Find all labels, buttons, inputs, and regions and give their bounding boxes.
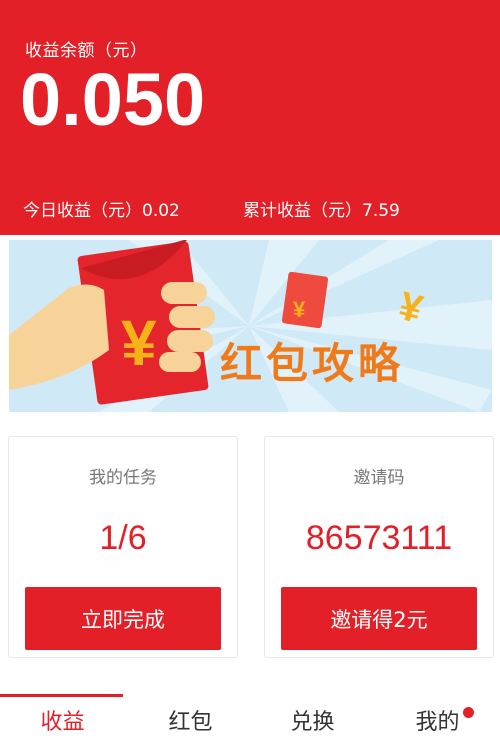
invite-code-title: 邀请码 [353, 468, 405, 488]
svg-text:¥: ¥ [121, 307, 157, 379]
tasks-title: 我的任务 [89, 468, 157, 488]
my-tasks-card: 我的任务 1/6 立即完成 [8, 436, 238, 658]
invite-reward-button[interactable]: 邀请得2元 [281, 587, 477, 650]
complete-now-button[interactable]: 立即完成 [25, 587, 221, 650]
tab-mine[interactable]: 我的 [375, 704, 500, 736]
small-red-envelope-icon: ¥ [281, 271, 329, 329]
today-earnings: 今日收益（元）0.02 [23, 201, 180, 221]
tab-earnings[interactable]: 收益 [0, 704, 125, 736]
bottom-tab-bar: 收益 红包 兑换 我的 [0, 694, 500, 750]
invite-code-value: 86573111 [305, 519, 453, 557]
earnings-page: 收益余额（元） 0.050 今日收益（元）0.02 累计收益（元）7.59 ¥ [0, 0, 500, 750]
total-earnings: 累计收益（元）7.59 [243, 201, 400, 221]
svg-text:¥: ¥ [293, 297, 306, 322]
invite-code-card: 邀请码 86573111 邀请得2元 [264, 436, 494, 658]
tasks-progress: 1/6 [99, 519, 147, 557]
balance-value: 0.050 [20, 58, 206, 141]
notification-dot [463, 707, 474, 718]
tab-exchange[interactable]: 兑换 [250, 704, 375, 736]
tab-red-packets[interactable]: 红包 [128, 704, 253, 736]
balance-header: 收益余额（元） 0.050 今日收益（元）0.02 累计收益（元）7.59 [0, 0, 500, 235]
active-tab-indicator [0, 694, 123, 697]
banner-title: 红包攻略 [220, 339, 405, 388]
